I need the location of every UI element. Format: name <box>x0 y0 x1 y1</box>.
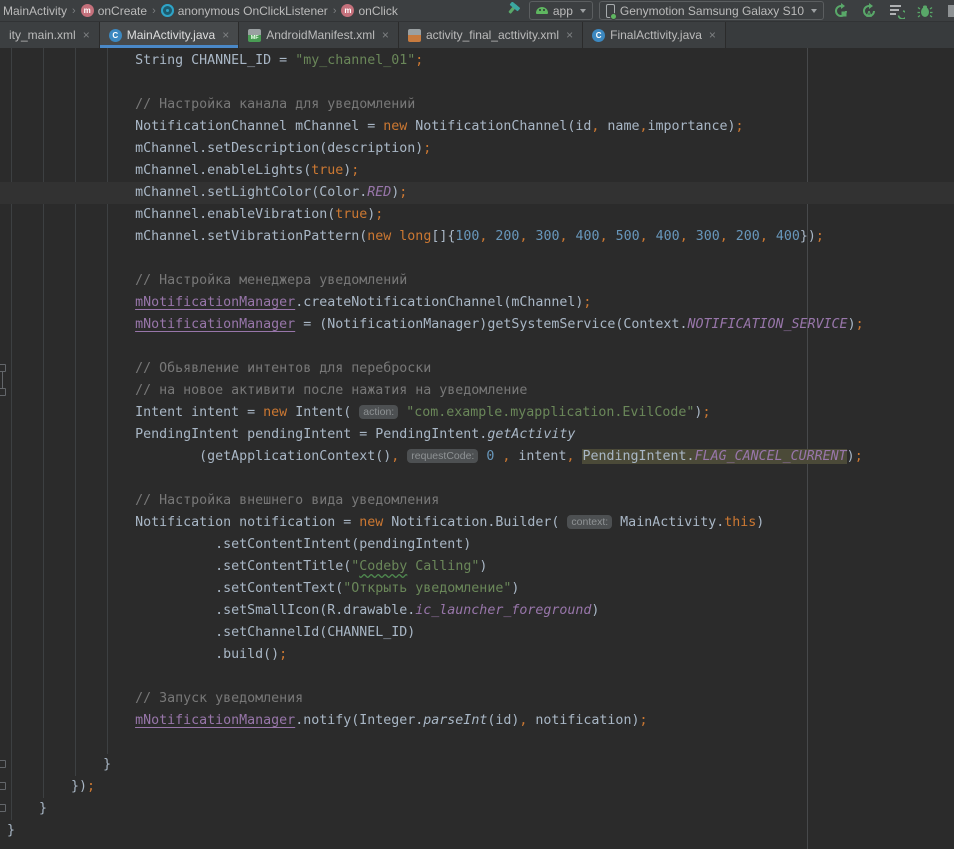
code-line[interactable]: Notification notification = new Notifica… <box>0 512 954 534</box>
class-icon: C <box>109 29 122 42</box>
code-line[interactable] <box>0 666 954 688</box>
tab-label: FinalActtivity.java <box>610 28 702 42</box>
code-line[interactable]: } <box>0 820 954 842</box>
code-line[interactable]: NotificationChannel mChannel = new Notif… <box>0 116 954 138</box>
code-line[interactable]: mChannel.setDescription(description); <box>0 138 954 160</box>
code-line[interactable]: mChannel.enableVibration(true); <box>0 204 954 226</box>
code-line[interactable]: // Настройка внешнего вида уведомления <box>0 490 954 512</box>
apply-code-changes-icon[interactable]: A <box>858 1 880 21</box>
tab-label: activity_final_acttivity.xml <box>426 28 559 42</box>
close-icon[interactable]: × <box>709 28 716 42</box>
code-line[interactable]: } <box>0 798 954 820</box>
code-line[interactable]: (getApplicationContext(), requestCode: 0… <box>0 446 954 468</box>
build-hammer-icon[interactable] <box>501 1 523 21</box>
android-icon <box>536 7 548 14</box>
breadcrumb-item[interactable]: MainActivity <box>3 4 67 18</box>
breadcrumb-item[interactable]: m onClick <box>341 4 397 18</box>
code-line[interactable] <box>0 336 954 358</box>
code-line[interactable]: mChannel.enableLights(true); <box>0 160 954 182</box>
code-line[interactable]: PendingIntent pendingIntent = PendingInt… <box>0 424 954 446</box>
code-line[interactable]: .setContentText("Открыть уведомление") <box>0 578 954 600</box>
tab-androidmanifest-xml[interactable]: MF AndroidManifest.xml × <box>239 22 399 48</box>
run-config-label: app <box>553 4 573 18</box>
chevron-down-icon <box>811 9 817 13</box>
code-line[interactable]: }); <box>0 776 954 798</box>
main-toolbar: MainActivity›monCreate›anonymous OnClick… <box>0 0 954 22</box>
code-line[interactable]: Intent intent = new Intent( action: "com… <box>0 402 954 424</box>
tab-label: MainActivity.java <box>127 28 215 42</box>
code-line[interactable]: mNotificationManager.notify(Integer.pars… <box>0 710 954 732</box>
breadcrumb-separator: › <box>71 5 77 17</box>
code-line[interactable]: mNotificationManager.createNotificationC… <box>0 292 954 314</box>
breadcrumb: MainActivity›monCreate›anonymous OnClick… <box>3 4 398 18</box>
breadcrumb-item[interactable]: m onCreate <box>81 4 147 18</box>
tab-mainactivity-java[interactable]: C MainActivity.java × <box>100 22 240 48</box>
code-line[interactable]: .setContentTitle("Codeby Calling") <box>0 556 954 578</box>
breadcrumb-label: onClick <box>358 4 397 18</box>
tab-ity-main-xml[interactable]: ity_main.xml × <box>0 22 100 48</box>
breadcrumb-label: anonymous OnClickListener <box>178 4 328 18</box>
code-line[interactable]: // Обьявление интентов для переброски <box>0 358 954 380</box>
profile-icon[interactable] <box>942 1 954 21</box>
device-selector[interactable]: Genymotion Samsung Galaxy S10 <box>599 1 824 20</box>
close-icon[interactable]: × <box>382 28 389 42</box>
close-icon[interactable]: × <box>83 28 90 42</box>
code-line[interactable] <box>0 732 954 754</box>
code-line[interactable] <box>0 72 954 94</box>
manifest-icon: MF <box>248 29 261 42</box>
code-line[interactable]: // Запуск уведомления <box>0 688 954 710</box>
run-controls: app Genymotion Samsung Galaxy S10 A <box>501 1 954 21</box>
chevron-down-icon <box>580 9 586 13</box>
code-line[interactable]: mNotificationManager = (NotificationMana… <box>0 314 954 336</box>
tab-label: ity_main.xml <box>9 28 76 42</box>
method-icon: m <box>81 4 94 17</box>
tab-label: AndroidManifest.xml <box>266 28 375 42</box>
apply-changes-icon[interactable] <box>830 1 852 21</box>
breadcrumb-separator: › <box>332 5 338 17</box>
close-icon[interactable]: × <box>222 28 229 42</box>
debug-icon[interactable] <box>914 1 936 21</box>
close-icon[interactable]: × <box>566 28 573 42</box>
code-line[interactable]: // на новое активити после нажатия на ув… <box>0 380 954 402</box>
code-line[interactable] <box>0 248 954 270</box>
tab-activity-final-acttivity-xml[interactable]: activity_final_acttivity.xml × <box>399 22 583 48</box>
profiler-icon[interactable] <box>886 1 908 21</box>
device-label: Genymotion Samsung Galaxy S10 <box>620 4 804 18</box>
code-line[interactable]: String CHANNEL_ID = "my_channel_01"; <box>0 50 954 72</box>
code-lines: String CHANNEL_ID = "my_channel_01"; // Н… <box>0 48 954 842</box>
code-line[interactable]: .setChannelId(CHANNEL_ID) <box>0 622 954 644</box>
code-line[interactable]: } <box>0 754 954 776</box>
method-icon: m <box>341 4 354 17</box>
anonymous-class-icon <box>161 4 174 17</box>
code-line[interactable]: // Настройка канала для уведомлений <box>0 94 954 116</box>
code-editor[interactable]: String CHANNEL_ID = "my_channel_01"; // Н… <box>0 48 954 849</box>
class-icon: C <box>592 29 605 42</box>
code-line[interactable]: .setContentIntent(pendingIntent) <box>0 534 954 556</box>
run-config-selector[interactable]: app <box>529 1 593 20</box>
breadcrumb-label: onCreate <box>98 4 147 18</box>
code-line[interactable]: mChannel.setLightColor(Color.RED); <box>0 182 954 204</box>
code-line[interactable]: // Настройка менеджера уведомлений <box>0 270 954 292</box>
code-line[interactable]: .setSmallIcon(R.drawable.ic_launcher_for… <box>0 600 954 622</box>
code-line[interactable]: mChannel.setVibrationPattern(new long[]{… <box>0 226 954 248</box>
svg-text:A: A <box>866 10 872 19</box>
breadcrumb-item[interactable]: anonymous OnClickListener <box>161 4 328 18</box>
code-line[interactable]: .build(); <box>0 644 954 666</box>
breadcrumb-label: MainActivity <box>3 4 67 18</box>
tab-finalacttivity-java[interactable]: C FinalActtivity.java × <box>583 22 726 48</box>
tab-bar: ity_main.xml × C MainActivity.java × MF Androi… <box>0 22 954 48</box>
xml-layout-icon <box>408 29 421 42</box>
breadcrumb-separator: › <box>151 5 157 17</box>
code-line[interactable] <box>0 468 954 490</box>
device-phone-icon <box>606 4 615 18</box>
